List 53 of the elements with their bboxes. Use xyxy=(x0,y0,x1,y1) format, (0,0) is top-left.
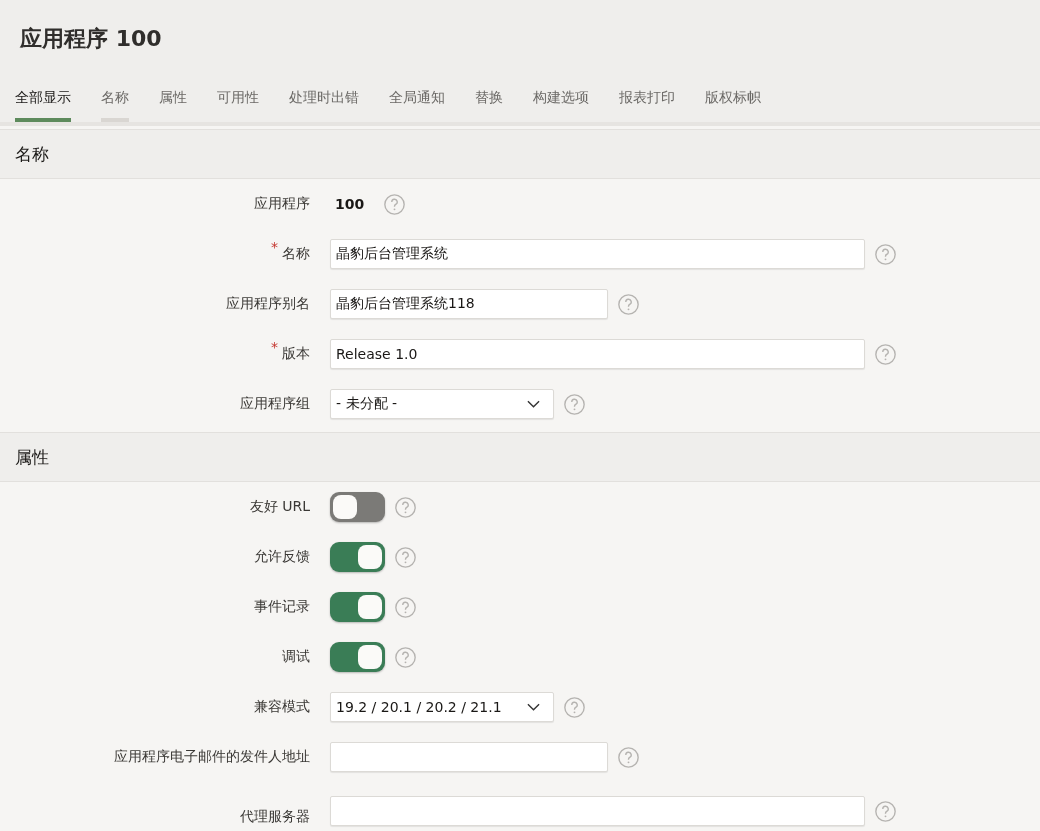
required-mark: * xyxy=(271,239,278,255)
field-label: 代理服务器 xyxy=(240,808,310,826)
help-icon[interactable] xyxy=(875,343,896,365)
help-icon[interactable] xyxy=(875,800,896,822)
required-mark: * xyxy=(271,339,278,355)
tab[interactable]: 替换 xyxy=(475,74,503,122)
toggle-switch[interactable] xyxy=(330,642,385,672)
help-icon[interactable] xyxy=(395,496,416,518)
field-label: 允许反馈 xyxy=(254,548,310,566)
field-label: 名称 xyxy=(282,245,310,263)
page-title: 应用程序 100 xyxy=(19,25,163,53)
chevron-icon xyxy=(527,703,540,711)
field-label: 应用程序 xyxy=(254,195,310,213)
tab[interactable]: 全部显示 xyxy=(15,74,71,122)
section-header: 名称 xyxy=(0,129,1040,179)
help-icon[interactable] xyxy=(875,243,896,265)
field-label: 调试 xyxy=(282,648,310,666)
field-label: 应用程序电子邮件的发件人地址 xyxy=(114,748,310,766)
tab[interactable]: 报表打印 xyxy=(619,74,675,122)
select-field[interactable]: - 未分配 - xyxy=(330,389,554,419)
text-field[interactable] xyxy=(330,796,865,826)
field-label: 应用程序组 xyxy=(240,395,310,413)
field-value: 100 xyxy=(334,196,366,212)
tab[interactable]: 构建选项 xyxy=(533,74,589,122)
help-icon[interactable] xyxy=(395,646,416,668)
field-label: 友好 URL xyxy=(249,498,310,516)
tab[interactable]: 处理时出错 xyxy=(289,74,359,122)
field-label: 应用程序别名 xyxy=(226,295,310,313)
tab[interactable]: 可用性 xyxy=(217,74,259,122)
tab[interactable]: 全局通知 xyxy=(389,74,445,122)
tab[interactable]: 属性 xyxy=(159,74,187,122)
help-icon[interactable] xyxy=(395,596,416,618)
text-field[interactable]: 晶豹后台管理系统 xyxy=(330,239,865,269)
text-field[interactable] xyxy=(330,742,608,772)
field-label: 事件记录 xyxy=(254,598,310,616)
section-header: 属性 xyxy=(0,432,1040,482)
toggle-switch[interactable] xyxy=(330,492,385,522)
tab[interactable]: 版权标帜 xyxy=(705,74,761,122)
field-label: 兼容模式 xyxy=(254,698,310,716)
help-icon[interactable] xyxy=(564,696,585,718)
tab[interactable]: 名称 xyxy=(101,74,129,122)
help-icon[interactable] xyxy=(618,293,639,315)
toggle-switch[interactable] xyxy=(330,592,385,622)
select-field[interactable]: 19.2 / 20.1 / 20.2 / 21.1 xyxy=(330,692,554,722)
help-icon[interactable] xyxy=(395,546,416,568)
text-field[interactable]: 晶豹后台管理系统118 xyxy=(330,289,608,319)
help-icon[interactable] xyxy=(384,193,406,215)
chevron-icon xyxy=(527,400,540,408)
toggle-switch[interactable] xyxy=(330,542,385,572)
help-icon[interactable] xyxy=(618,746,639,768)
field-label: 版本 xyxy=(282,345,310,363)
text-field[interactable]: Release 1.0 xyxy=(330,339,865,369)
help-icon[interactable] xyxy=(564,393,585,415)
